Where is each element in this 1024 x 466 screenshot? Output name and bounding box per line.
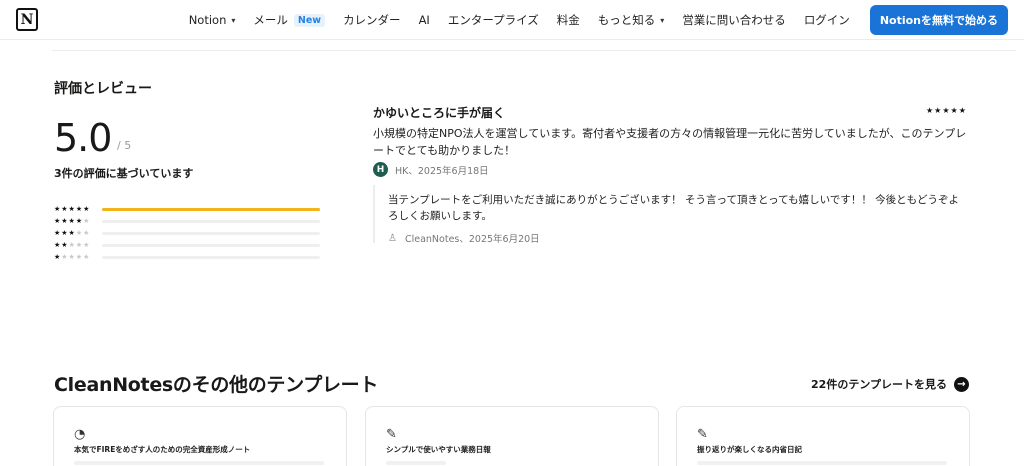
nav-item-mail[interactable]: メール New: [253, 12, 326, 28]
rating-score: 5.0: [54, 116, 112, 160]
edit-icon: ✎: [697, 427, 708, 442]
rating-bar-stars: ★★★★★: [54, 205, 91, 213]
rating-bar-stars: ★★★★★: [54, 217, 91, 225]
template-card[interactable]: ✎ シンプルで使いやすい業務日報: [365, 406, 659, 466]
nav-item-calendar[interactable]: カレンダー: [343, 12, 401, 28]
nav-item-pricing[interactable]: 料金: [557, 12, 580, 28]
rating-count-text: 3件の評価に基づいています: [54, 167, 194, 180]
template-card[interactable]: ◔ 本気でFIREをめざす人のための完全資産形成ノート: [53, 406, 347, 466]
reply-body: 当テンプレートをご利用いただき誠にありがとうございます！ そう言って頂きとっても…: [388, 194, 959, 222]
notion-logo[interactable]: N: [16, 8, 38, 31]
divider: [52, 50, 1016, 51]
template-card-title: シンプルで使いやすい業務日報: [386, 445, 491, 454]
rating-bar-row-1: ★★★★★: [54, 251, 320, 263]
review-stars: ★★★★★: [926, 106, 967, 115]
nav-item-notion[interactable]: Notion ▾: [189, 13, 236, 27]
rating-bar-track: [102, 255, 320, 259]
rating-bar-track: [102, 207, 320, 211]
reply-author-date: CleanNotes、2025年6月20日: [404, 234, 540, 245]
chart-icon: ◔: [74, 427, 86, 442]
more-templates-title: CleanNotesのその他のテンプレート: [54, 374, 379, 396]
review-meta: H HK、2025年6月18日: [373, 162, 489, 177]
rating-bar-row-5: ★★★★★: [54, 203, 320, 215]
rating-bar-stars: ★★★★★: [54, 229, 91, 237]
rating-bar-stars: ★★★★★: [54, 253, 91, 261]
nav-item-learn-more[interactable]: もっと知る ▾: [598, 12, 665, 28]
avatar: H: [373, 162, 388, 177]
edit-icon: ✎: [386, 427, 397, 442]
rating-bar-track: [102, 243, 320, 247]
rating-bar-row-3: ★★★★★: [54, 227, 320, 239]
rating-bar-fill: [102, 207, 320, 211]
template-preview: [386, 461, 446, 465]
nav-item-ai[interactable]: AI: [419, 13, 430, 27]
rating-bar-row-2: ★★★★★: [54, 239, 320, 251]
rating-bar-stars: ★★★★★: [54, 241, 91, 249]
nav-item-label: 料金: [556, 13, 580, 27]
creator-reply: 当テンプレートをご利用いただき誠にありがとうございます！ そう言って頂きとっても…: [373, 185, 973, 246]
nav-items: Notion ▾ メール New カレンダー AI エンタープライズ 料金 もっと知…: [171, 0, 1008, 40]
nav-item-label: カレンダー: [343, 13, 401, 27]
creator-icon: ♙: [388, 232, 397, 244]
nav-item-login[interactable]: ログイン: [804, 12, 850, 28]
see-all-templates-link[interactable]: 22件のテンプレートを見る →: [811, 376, 969, 392]
rating-bar-row-4: ★★★★★: [54, 215, 320, 227]
nav-item-label: 営業に問い合わせる: [682, 13, 786, 27]
ratings-title: 評価とレビュー: [54, 81, 152, 97]
template-card-title: 振り返りが楽しくなる内省日記: [697, 445, 802, 454]
template-card[interactable]: ✎ 振り返りが楽しくなる内省日記: [676, 406, 970, 466]
nav-item-label: メール: [253, 13, 288, 27]
review-author-date: HK、2025年6月18日: [395, 165, 489, 177]
nav-item-label: AI: [418, 13, 430, 27]
top-nav: N Notion ▾ メール New カレンダー AI エンタープライズ 料金 もっ…: [0, 0, 1024, 40]
template-card-title: 本気でFIREをめざす人のための完全資産形成ノート: [74, 445, 251, 454]
chevron-down-icon: ▾: [660, 15, 665, 25]
see-all-label: 22件のテンプレートを見る: [811, 378, 947, 391]
template-preview: [74, 461, 324, 465]
nav-item-label: エンタープライズ: [447, 13, 539, 27]
chevron-down-icon: ▾: [231, 15, 236, 25]
arrow-right-icon: →: [954, 376, 969, 392]
review-body: 小規模の特定NPO法人を運営しています。寄付者や支援者の方々の情報管理一元化に苦…: [373, 127, 967, 157]
review-title: かゆいところに手が届く: [373, 106, 506, 120]
nav-item-label: Notion: [188, 13, 227, 27]
nav-item-label: ログイン: [803, 13, 850, 27]
template-preview: [697, 461, 947, 465]
nav-item-label: もっと知る: [597, 13, 656, 27]
reply-meta: ♙ CleanNotes、2025年6月20日: [388, 231, 540, 246]
rating-bar-track: [102, 219, 320, 223]
rating-out-of: / 5: [117, 139, 132, 152]
nav-item-enterprise[interactable]: エンタープライズ: [448, 12, 539, 28]
new-badge: New: [293, 13, 326, 27]
rating-distribution: ★★★★★ ★★★★★ ★★★★★ ★★★★★ ★★★★★: [54, 203, 320, 263]
rating-bar-track: [102, 231, 320, 235]
nav-item-contact-sales[interactable]: 営業に問い合わせる: [682, 12, 786, 28]
start-free-button[interactable]: Notionを無料で始める: [869, 5, 1008, 35]
